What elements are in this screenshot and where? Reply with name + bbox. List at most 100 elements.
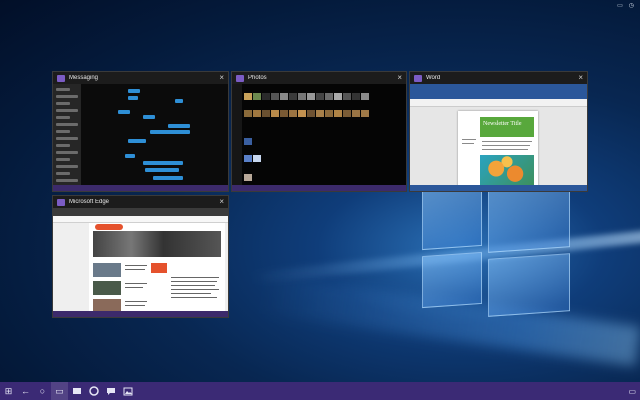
messaging-app-icon: [57, 74, 65, 82]
close-icon[interactable]: ×: [219, 74, 224, 82]
window-bottom-bar: [53, 185, 228, 191]
newsletter-header: Newsletter Title: [480, 117, 534, 137]
conversation-list: [53, 84, 81, 185]
cortana-button[interactable]: ○: [34, 382, 51, 400]
window-title-bar: Word ×: [410, 72, 587, 84]
newsletter-image: [480, 155, 534, 189]
close-icon[interactable]: ×: [578, 74, 583, 82]
close-icon[interactable]: ×: [397, 74, 402, 82]
edge-app-icon: [88, 386, 99, 396]
window-title: Microsoft Edge: [69, 199, 110, 205]
text-line: [125, 283, 147, 284]
taskbar-app-messaging[interactable]: [68, 382, 85, 400]
back-button[interactable]: ←: [17, 382, 34, 400]
notification-icon[interactable]: ▭: [617, 2, 623, 9]
message-bubble: [143, 115, 155, 119]
text-line: [125, 265, 147, 266]
text-line: [171, 293, 211, 294]
taskbar: ⊞ ← ○ ▭ ▭: [0, 382, 640, 400]
task-view-window-word[interactable]: Word × Newsletter Title: [409, 71, 588, 192]
site-logo: [95, 224, 123, 230]
wallpaper-windows-logo-pane: [422, 185, 482, 251]
window-bottom-bar: [232, 185, 406, 191]
text-line: [125, 305, 145, 306]
messaging-app-icon: [72, 387, 81, 394]
taskbar-app-edge[interactable]: [85, 382, 102, 400]
task-view-window-edge[interactable]: Microsoft Edge ×: [52, 195, 229, 318]
photos-app-icon: [236, 74, 244, 82]
message-bubble: [128, 139, 146, 143]
start-button[interactable]: ⊞: [0, 382, 17, 400]
window-bottom-bar: [53, 311, 228, 317]
task-view-icon: ▭: [55, 385, 64, 396]
window-title: Messaging: [69, 75, 99, 81]
article-thumbnail: [151, 263, 167, 273]
text-line: [482, 145, 530, 146]
clock-icon[interactable]: ◷: [629, 2, 634, 9]
message-bubble: [125, 154, 135, 158]
message-bubble: [118, 110, 130, 114]
system-tray-top: ▭ ◷: [617, 2, 634, 9]
text-line: [171, 277, 219, 278]
browser-address-bar: [53, 216, 228, 223]
text-line: [125, 301, 147, 302]
window-preview: [232, 84, 406, 191]
task-view-button[interactable]: ▭: [51, 382, 68, 400]
task-view-window-messaging[interactable]: Messaging ×: [52, 71, 229, 192]
windows-logo-icon: ⊞: [4, 385, 13, 396]
word-status-bar: [410, 185, 587, 191]
close-icon[interactable]: ×: [219, 198, 224, 206]
window-preview: Newsletter Title: [410, 84, 587, 191]
window-title: Word: [426, 75, 441, 81]
text-line: [125, 269, 145, 270]
word-app-icon: [414, 74, 422, 82]
message-bubble: [143, 161, 183, 165]
word-document-canvas: Newsletter Title: [410, 107, 587, 191]
message-bubble: [150, 130, 190, 134]
text-line: [482, 141, 532, 142]
window-title: Photos: [248, 75, 267, 81]
wallpaper-windows-logo-pane: [488, 253, 570, 317]
document-page: Newsletter Title: [458, 111, 538, 191]
window-preview: [53, 84, 228, 191]
text-line: [171, 297, 217, 298]
text-line: [462, 139, 476, 140]
back-arrow-icon: ←: [21, 386, 30, 396]
word-ribbon: [410, 99, 587, 107]
photos-nav-pane: [232, 84, 242, 185]
message-bubble: [145, 168, 179, 172]
photo-thumbnail-row: [244, 155, 261, 162]
word-title-bar: [410, 84, 587, 99]
text-line: [171, 289, 219, 290]
photo-thumbnail-row: [244, 174, 252, 181]
newsletter-title: Newsletter Title: [483, 121, 522, 127]
window-title-bar: Messaging ×: [53, 72, 228, 84]
web-page: [89, 223, 225, 313]
messaging-app-icon-2: [106, 387, 115, 395]
taskbar-app-photos[interactable]: [119, 382, 136, 400]
wallpaper-windows-logo-pane: [422, 251, 482, 309]
message-bubble: [175, 99, 183, 103]
article-thumbnail: [93, 263, 121, 277]
browser-tab-strip: [53, 208, 228, 216]
action-center-button[interactable]: ▭: [628, 387, 636, 396]
task-view-window-photos[interactable]: Photos ×: [231, 71, 407, 192]
photos-app-icon: [123, 387, 132, 395]
message-bubble: [128, 89, 140, 93]
message-bubble: [168, 124, 190, 128]
message-bubble: [153, 176, 183, 180]
edge-app-icon: [57, 198, 65, 206]
window-title-bar: Photos ×: [232, 72, 406, 84]
photo-thumbnail-row: [244, 110, 369, 117]
photo-thumbnail-row: [244, 138, 252, 145]
photo-thumbnail-row: [244, 93, 369, 100]
window-preview: [53, 208, 228, 317]
text-line: [171, 281, 217, 282]
text-line: [482, 149, 528, 150]
action-center-icon: ▭: [628, 386, 636, 396]
article-thumbnail: [93, 281, 121, 295]
text-line: [171, 285, 215, 286]
hero-image: [93, 231, 221, 257]
cortana-circle-icon: ○: [39, 386, 46, 396]
taskbar-app-messaging-2[interactable]: [102, 382, 119, 400]
